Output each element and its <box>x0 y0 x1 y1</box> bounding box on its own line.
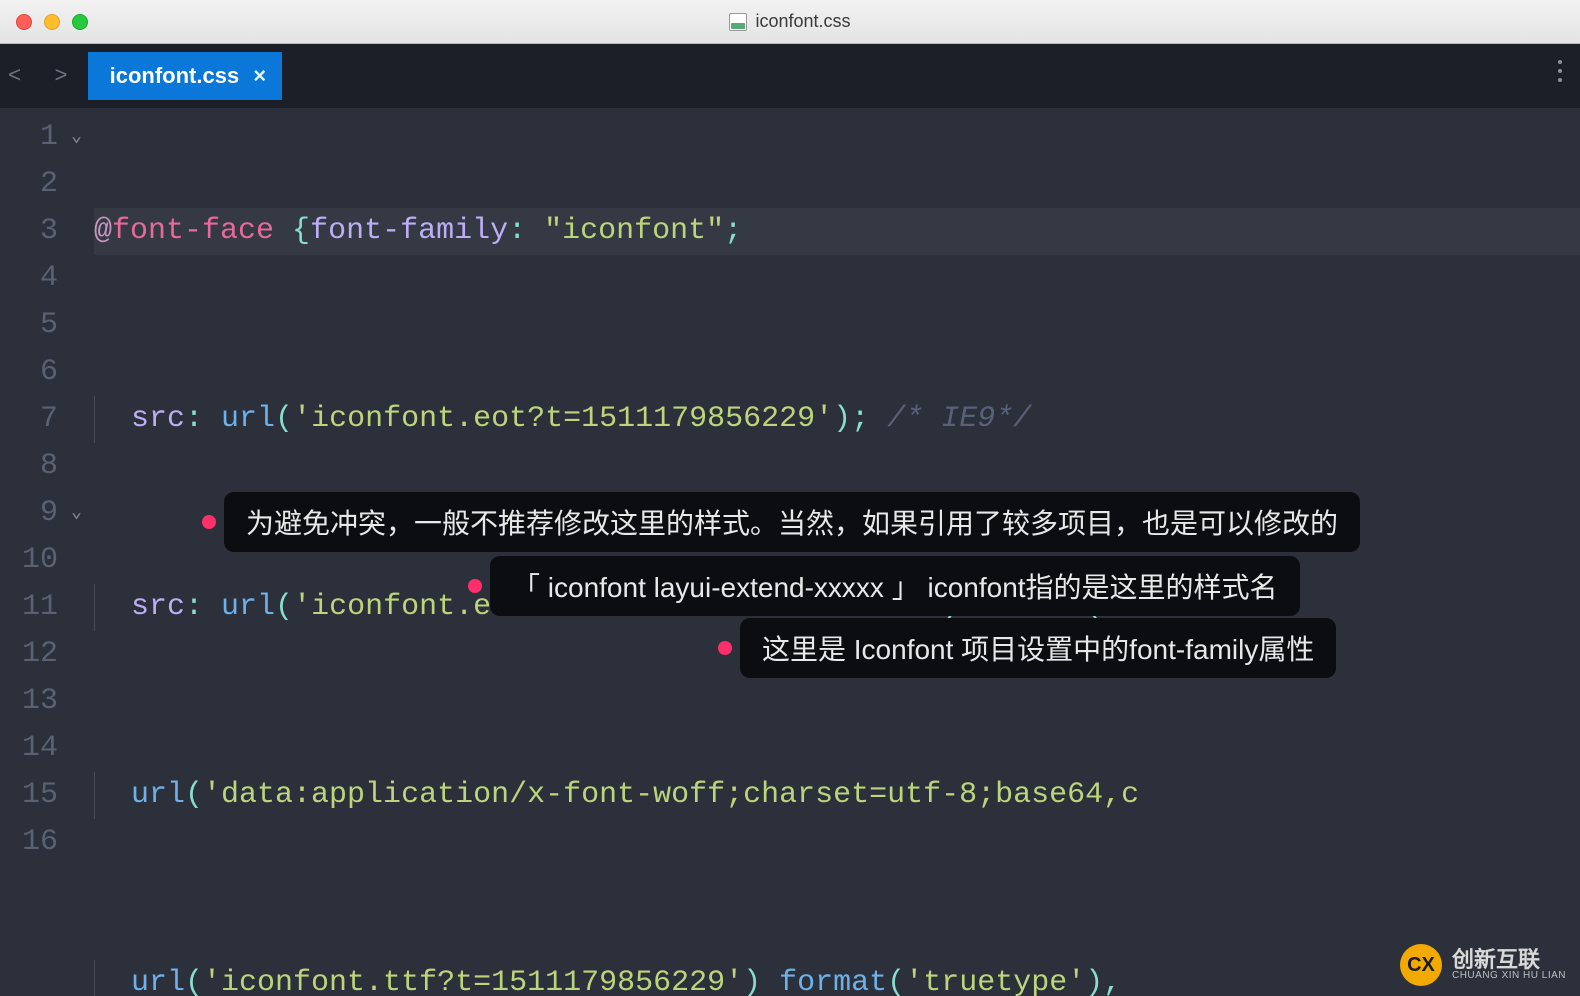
editor-more-menu-icon[interactable] <box>1558 60 1562 82</box>
editor-tabbar: < > iconfont.css × <box>0 44 1580 108</box>
window-titlebar: iconfont.css <box>0 0 1580 44</box>
watermark-logo-icon: CX <box>1400 944 1442 986</box>
code-line[interactable]: url('iconfont.ttf?t=1511179856229') form… <box>94 960 1580 996</box>
fold-icon[interactable]: ⌄ <box>64 490 82 537</box>
tab-history-nav[interactable]: < > <box>8 64 78 89</box>
watermark-text-en: CHUANG XIN HU LIAN <box>1452 971 1566 982</box>
code-editor[interactable]: 1⌄ 2 3 4 5 6 7 8 9⌄ 10 11 12 13 14 15 16… <box>0 108 1580 996</box>
window-title: iconfont.css <box>0 11 1580 32</box>
window-title-text: iconfont.css <box>755 11 850 32</box>
line-number-gutter: 1⌄ 2 3 4 5 6 7 8 9⌄ 10 11 12 13 14 15 16 <box>0 108 94 996</box>
annotation-bubble: 这里是 Iconfont 项目设置中的font-family属性 <box>740 618 1336 678</box>
file-icon <box>729 13 747 31</box>
fold-icon[interactable]: ⌄ <box>64 114 82 161</box>
watermark-text-zh: 创新互联 <box>1452 948 1566 971</box>
window-zoom-button[interactable] <box>72 14 88 30</box>
watermark: CX 创新互联 CHUANG XIN HU LIAN <box>1400 944 1566 986</box>
code-line[interactable]: @font-face {font-family: "iconfont"; <box>94 208 1580 255</box>
code-area[interactable]: @font-face {font-family: "iconfont"; src… <box>94 108 1580 996</box>
code-line[interactable]: src: url('iconfont.eot?t=1511179856229')… <box>94 396 1580 443</box>
annotation-bubble: 「 iconfont layui-extend-xxxxx 」 iconfont… <box>490 556 1300 616</box>
tab-iconfont-css[interactable]: iconfont.css × <box>88 52 282 100</box>
window-close-button[interactable] <box>16 14 32 30</box>
window-minimize-button[interactable] <box>44 14 60 30</box>
tab-label: iconfont.css <box>110 63 240 89</box>
tab-close-icon[interactable]: × <box>253 63 266 89</box>
traffic-lights <box>16 14 88 30</box>
code-line[interactable]: url('data:application/x-font-woff;charse… <box>94 772 1580 819</box>
annotation-bubble: 为避免冲突，一般不推荐修改这里的样式。当然，如果引用了较多项目，也是可以修改的 <box>224 492 1360 552</box>
